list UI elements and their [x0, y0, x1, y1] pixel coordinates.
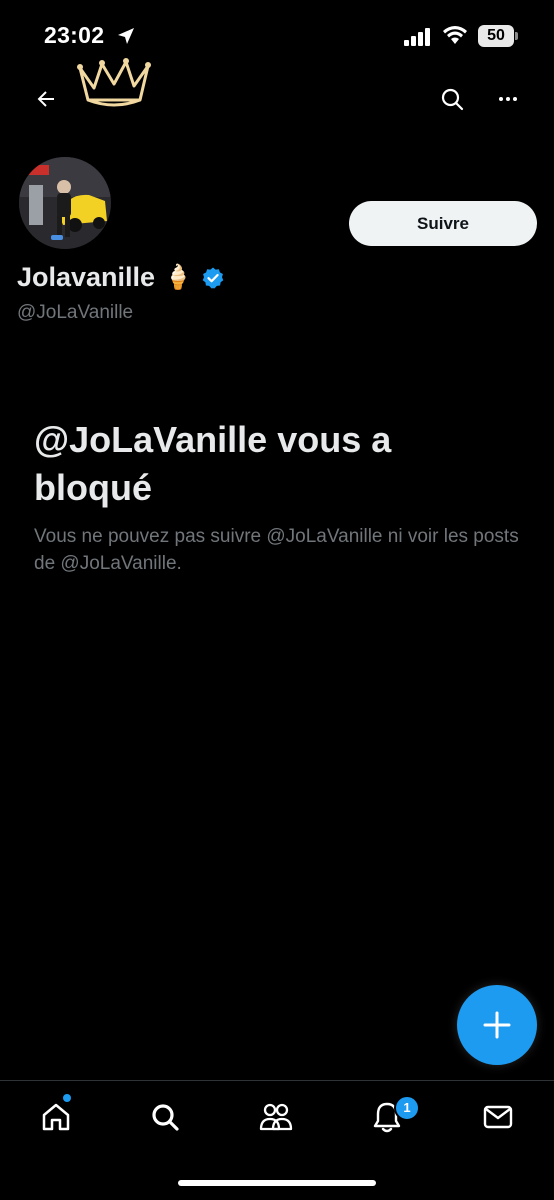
display-name: Jolavanille 🍦 [17, 262, 225, 293]
communities-icon [259, 1103, 293, 1131]
nav-divider [0, 1080, 554, 1081]
back-arrow-icon [37, 91, 54, 107]
nav-messages[interactable] [476, 1095, 520, 1139]
nav-home[interactable] [34, 1095, 78, 1139]
blocked-title: @JoLaVanille vous a bloqué [34, 419, 392, 508]
search-icon [441, 88, 464, 111]
nav-communities[interactable] [254, 1095, 298, 1139]
display-name-text: Jolavanille [17, 262, 156, 292]
nav-explore[interactable] [143, 1095, 187, 1139]
compose-post-button[interactable] [457, 985, 537, 1065]
cellular-signal-icon [404, 28, 430, 46]
follow-button[interactable]: Suivre [349, 201, 537, 246]
more-icon [499, 97, 517, 101]
ice-cream-emoji: 🍦 [163, 264, 193, 291]
battery-indicator: 50 [478, 25, 518, 47]
back-button[interactable] [30, 83, 62, 115]
home-icon [42, 1103, 70, 1131]
status-time: 23:02 [44, 22, 105, 48]
avatar[interactable] [16, 154, 114, 252]
crown-icon [77, 58, 151, 107]
home-indicator[interactable] [178, 1180, 376, 1186]
location-arrow-icon [118, 28, 134, 44]
wifi-icon [443, 26, 467, 44]
notification-badge: 1 [394, 1095, 420, 1121]
home-unread-dot [63, 1094, 71, 1102]
verified-badge-icon [202, 267, 224, 288]
profile-handle: @JoLaVanille [17, 302, 134, 323]
search-icon [152, 1104, 179, 1131]
messages-icon [483, 1105, 513, 1129]
more-options-button[interactable] [492, 83, 524, 115]
avatar-image [19, 157, 111, 249]
blocked-description: Vous ne pouvez pas suivre @JoLaVanille n… [34, 526, 519, 574]
plus-icon [483, 1011, 511, 1039]
search-button[interactable] [436, 83, 468, 115]
